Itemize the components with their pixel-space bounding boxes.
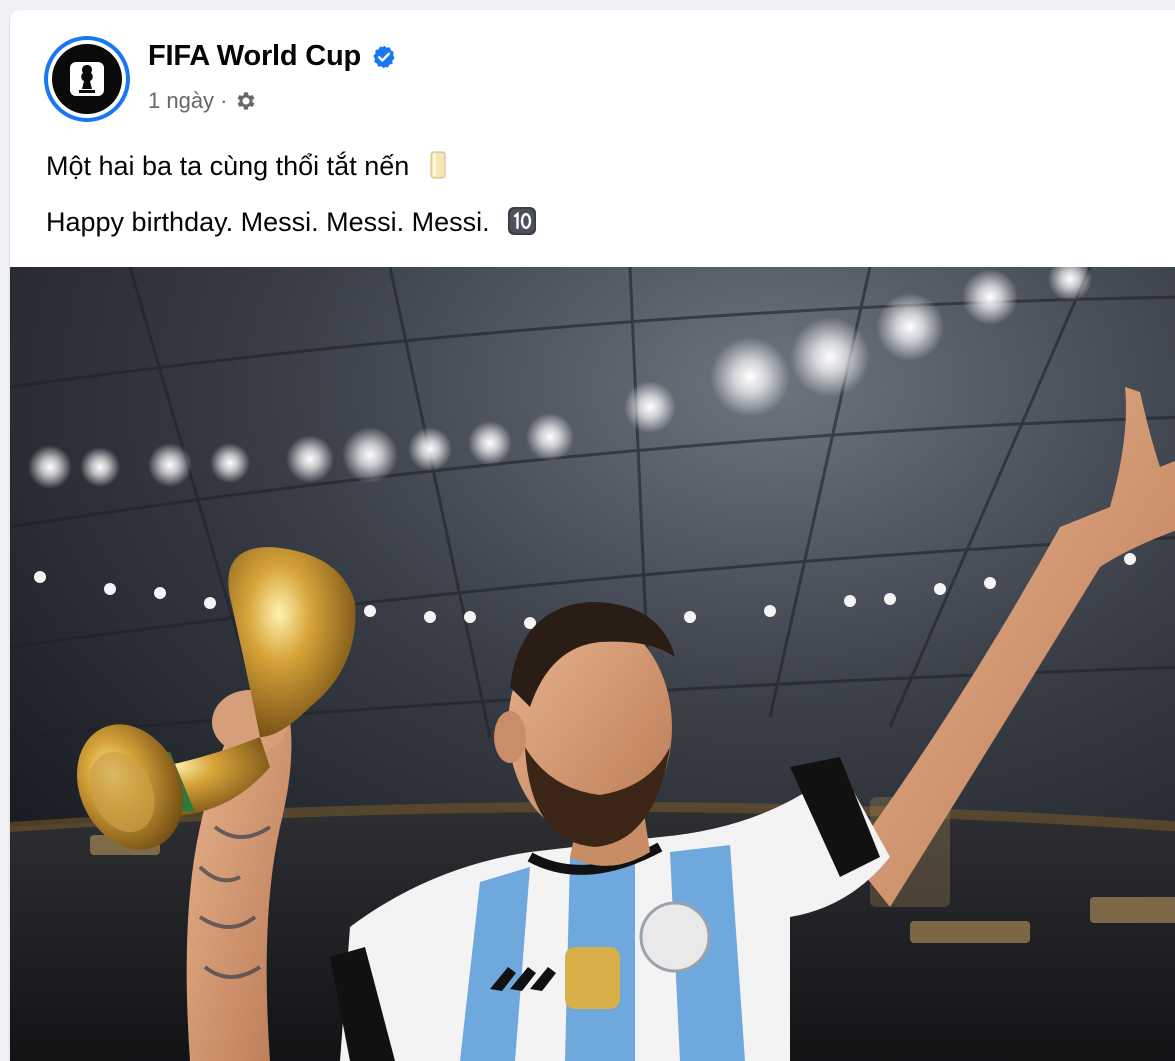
verified-badge-icon bbox=[373, 45, 395, 68]
fifa-logo-icon bbox=[52, 44, 122, 114]
post-text-line-2: Happy birthday. Messi. Messi. Messi. bbox=[46, 206, 537, 238]
gear-icon[interactable] bbox=[233, 89, 257, 113]
post-text-line-1: Một hai ba ta cùng thổi tắt nến bbox=[46, 146, 449, 182]
page-avatar[interactable] bbox=[44, 36, 130, 122]
page-name[interactable]: FIFA World Cup bbox=[148, 40, 361, 73]
post-text-2: Happy birthday. Messi. Messi. Messi. bbox=[46, 207, 490, 237]
post-timestamp[interactable]: 1 ngày bbox=[148, 88, 214, 114]
post-card: FIFA World Cup 1 ngày · Một hai ba ta cù… bbox=[10, 10, 1175, 1061]
candle-emoji-icon bbox=[430, 151, 446, 179]
avatar-border bbox=[48, 40, 126, 118]
post-meta: 1 ngày · bbox=[148, 88, 257, 114]
keycap-ten-icon bbox=[508, 207, 537, 235]
page-name-row: FIFA World Cup bbox=[148, 40, 397, 73]
post-header: FIFA World Cup 1 ngày · bbox=[44, 36, 944, 126]
post-photo[interactable] bbox=[10, 267, 1175, 1061]
post-text-1: Một hai ba ta cùng thổi tắt nến bbox=[46, 151, 410, 181]
meta-separator: · bbox=[220, 88, 228, 113]
